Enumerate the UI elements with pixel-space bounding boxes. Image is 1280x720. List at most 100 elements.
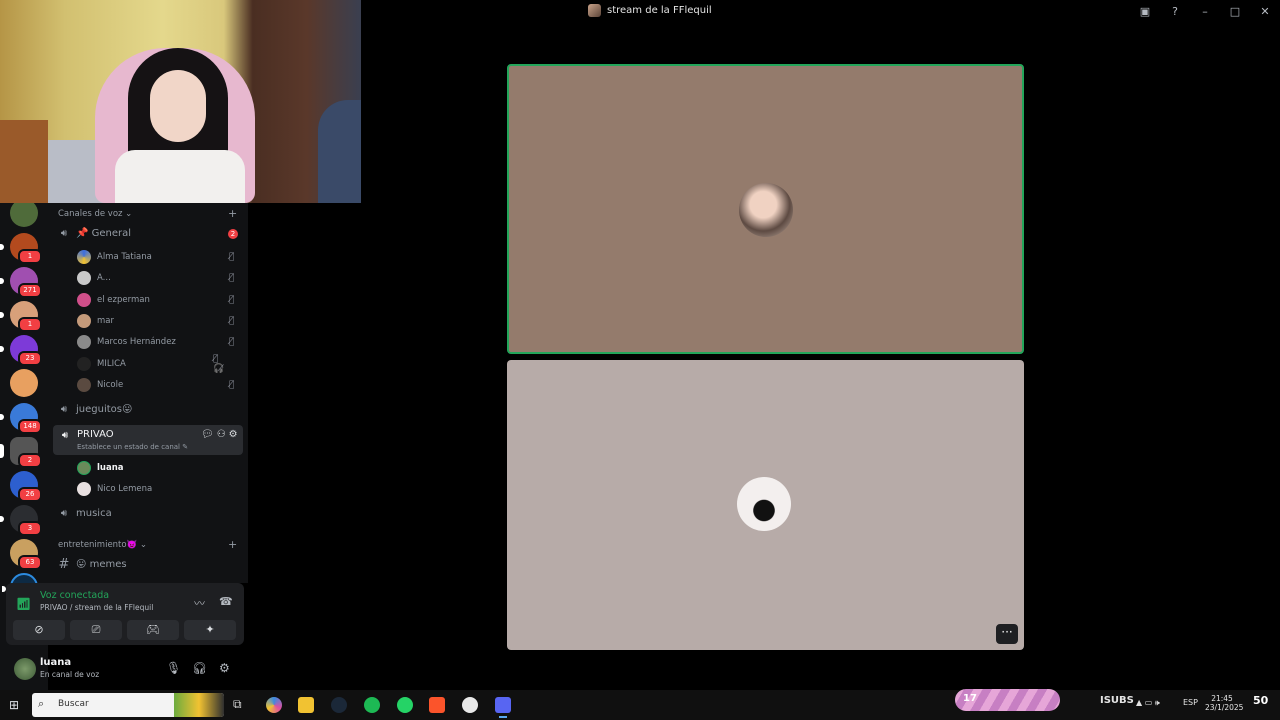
- voice-member[interactable]: MILICA 🎙̸ 🎧̸: [77, 354, 224, 374]
- copilot-icon[interactable]: [266, 697, 282, 713]
- voice-member[interactable]: Marcos Hernández 🎙̸: [77, 335, 234, 349]
- taskbar-search[interactable]: ⌕ Buscar: [32, 693, 224, 717]
- muted-icon: 🎙̸: [229, 316, 235, 326]
- avatar: [77, 250, 91, 264]
- avatar: [77, 271, 91, 285]
- soundboard-button[interactable]: ✦: [184, 620, 236, 640]
- text-channel-memes[interactable]: # 😛 memes: [58, 557, 127, 572]
- muted-icon: 🎙̸: [229, 380, 235, 390]
- avatar[interactable]: [14, 658, 36, 680]
- windows-start-icon[interactable]: ⊞: [9, 698, 19, 712]
- tray-app-icon[interactable]: ISUBS: [1100, 695, 1134, 706]
- category-entretenimiento[interactable]: entretenimiento👿 ⌄: [58, 540, 147, 550]
- voice-member[interactable]: mar 🎙̸: [77, 314, 234, 328]
- voice-status-location[interactable]: PRIVAO / stream de la FFlequil: [40, 603, 153, 612]
- language-indicator[interactable]: ESP: [1183, 698, 1198, 707]
- avatar: [77, 378, 91, 392]
- headphones-icon[interactable]: 🎧︎: [192, 661, 207, 675]
- obs-icon[interactable]: [462, 697, 478, 713]
- server-icon[interactable]: 63: [10, 539, 42, 570]
- activity-button[interactable]: 🎮︎: [127, 620, 179, 640]
- maximize-icon[interactable]: □: [1220, 5, 1250, 18]
- help-icon[interactable]: ?: [1160, 5, 1190, 18]
- brave-icon[interactable]: [429, 697, 445, 713]
- avatar: [77, 461, 91, 475]
- close-icon[interactable]: ✕: [1250, 5, 1280, 18]
- search-icon: ⌕: [38, 697, 45, 710]
- whatsapp-icon[interactable]: [397, 697, 413, 713]
- avatar: [77, 357, 91, 371]
- steam-icon[interactable]: [331, 697, 347, 713]
- server-icon[interactable]: 2: [0, 437, 42, 468]
- server-icon[interactable]: 3: [0, 505, 42, 536]
- voice-channel-jueguitos[interactable]: 🔊︎ jueguitos😛: [58, 404, 133, 415]
- category-voice[interactable]: Canales de voz ⌄: [58, 209, 132, 219]
- speaker-icon: 🔊︎: [60, 508, 68, 519]
- microphone-icon[interactable]: 🎙︎: [166, 661, 181, 675]
- voice-member[interactable]: el ezperman 🎙̸: [77, 293, 234, 307]
- settings-gear-icon[interactable]: ⚙︎: [219, 661, 230, 675]
- screen-share-button[interactable]: ⎚: [70, 620, 122, 640]
- server-icon[interactable]: 1: [0, 301, 42, 332]
- window-title: stream de la FFlequil: [588, 4, 712, 17]
- speaker-icon: 🔊︎: [60, 228, 68, 239]
- noise-suppression-icon[interactable]: 〰︎: [194, 595, 205, 611]
- channel-status[interactable]: Establece un estado de canal ✎: [77, 443, 188, 451]
- muted-icon: 🎙̸: [229, 252, 235, 262]
- signal-icon: 📶︎: [16, 597, 32, 611]
- spotify-icon[interactable]: [364, 697, 380, 713]
- user-name[interactable]: luana: [40, 657, 71, 668]
- server-icon[interactable]: [10, 369, 38, 397]
- stream-widget-bar: 17: [955, 689, 1060, 711]
- server-icon[interactable]: 148: [0, 403, 42, 434]
- add-channel-icon[interactable]: +: [228, 207, 237, 220]
- file-explorer-icon[interactable]: [298, 697, 314, 713]
- user-status: En canal de voz: [40, 670, 100, 679]
- search-input[interactable]: Buscar: [58, 699, 89, 709]
- participant-tile[interactable]: ···: [507, 360, 1024, 650]
- muted-icon: 🎙̸: [229, 273, 235, 283]
- voice-member[interactable]: Nico Lemena: [77, 482, 152, 496]
- tray-icons[interactable]: ▲ ▭ 🕪︎: [1136, 698, 1160, 708]
- voice-channel-privao[interactable]: 🔊︎ PRIVAO Establece un estado de canal ✎…: [53, 425, 243, 455]
- avatar: [77, 293, 91, 307]
- muted-icon: 🎙̸: [229, 295, 235, 305]
- screen-share-icon[interactable]: ▣: [1130, 5, 1160, 18]
- windows-taskbar: ⊞ ⌕ Buscar ⧉ ISUBS ▲ ▭ 🕪︎ ESP 21:45 23/1…: [0, 690, 1280, 720]
- server-icon[interactable]: 1: [0, 233, 42, 264]
- voice-member[interactable]: A... 🎙̸: [77, 271, 234, 285]
- stream-avatar-icon: [588, 4, 601, 17]
- participant-avatar: [739, 183, 793, 237]
- voice-channel-general[interactable]: 🔊︎ 📌 General 2: [58, 228, 238, 239]
- server-icon[interactable]: 271: [0, 267, 42, 298]
- webcam-overlay: [0, 0, 361, 203]
- voice-member[interactable]: Alma Tatiana 🎙̸: [77, 250, 234, 264]
- disconnect-icon[interactable]: ☎︎: [219, 595, 233, 608]
- server-icon[interactable]: [10, 203, 38, 227]
- add-channel-icon[interactable]: +: [228, 538, 237, 551]
- voice-member-self[interactable]: luana: [77, 461, 124, 475]
- channel-count-badge: 2: [228, 228, 238, 239]
- user-panel: luana En canal de voz 🎙︎ 🎧︎ ⚙︎: [6, 651, 244, 689]
- server-icon[interactable]: 26: [10, 471, 42, 502]
- speaker-icon: 🔊︎: [61, 429, 69, 441]
- avatar: [77, 335, 91, 349]
- participant-avatar: [737, 477, 791, 531]
- avatar: [77, 482, 91, 496]
- voice-member[interactable]: Nicole 🎙̸: [77, 378, 234, 392]
- channel-actions[interactable]: 💬︎⚇⚙︎: [201, 429, 241, 440]
- voice-channel-musica[interactable]: 🔊︎ musica: [58, 508, 112, 519]
- hash-icon: #: [58, 557, 70, 572]
- voice-status-title[interactable]: Voz conectada: [40, 590, 109, 601]
- avatar: [77, 314, 91, 328]
- more-options-button[interactable]: ···: [996, 624, 1018, 644]
- participant-tile-speaking[interactable]: [507, 64, 1024, 354]
- minimize-icon[interactable]: –: [1190, 5, 1220, 18]
- camera-off-button[interactable]: ⊘: [13, 620, 65, 640]
- server-icon[interactable]: 23: [0, 335, 42, 366]
- discord-icon[interactable]: [495, 697, 511, 718]
- notification-count[interactable]: 50: [1253, 694, 1268, 707]
- task-view-icon[interactable]: ⧉: [233, 697, 242, 712]
- clock[interactable]: 21:45 23/1/2025: [1205, 694, 1243, 712]
- muted-icon: 🎙̸: [229, 337, 235, 347]
